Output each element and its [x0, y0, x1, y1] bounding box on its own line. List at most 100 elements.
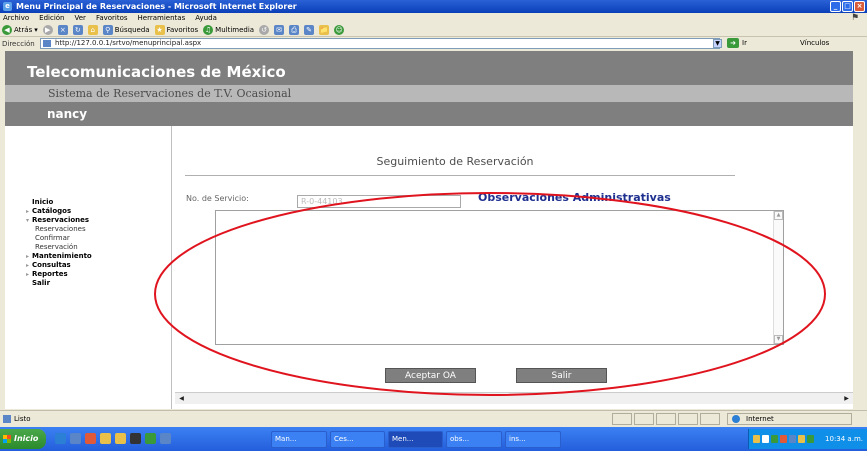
scroll-up-icon[interactable]: ▲ [774, 211, 783, 220]
sidebar-item-inicio[interactable]: Inicio [32, 198, 92, 207]
tray-icon[interactable] [807, 435, 814, 443]
expand-icon: ▸ [26, 208, 30, 215]
window-titlebar: e Menu Principal de Reservaciones - Micr… [0, 0, 867, 13]
tray-icon[interactable] [780, 435, 787, 443]
task-button-1[interactable]: Man... [271, 431, 327, 448]
menu-herramientas[interactable]: Herramientas [138, 13, 186, 24]
sidebar-item-label: Catálogos [32, 207, 72, 215]
vertical-scrollbar[interactable] [853, 51, 867, 409]
sidebar-item-salir[interactable]: Salir [32, 279, 92, 288]
print-button[interactable]: ⎙ [289, 25, 300, 35]
menu-bar: Archivo Edición Ver Favoritos Herramient… [0, 13, 867, 24]
sidebar-item-reservaciones[interactable]: ▾ Reservaciones [26, 216, 92, 225]
search-button[interactable]: ⚲ Búsqueda [102, 25, 150, 35]
messenger-button[interactable]: ☺ [334, 25, 345, 35]
windows-logo-icon [3, 435, 11, 443]
sidebar-nav: Inicio ▸ Catálogos ▾ Reservaciones Reserva… [26, 198, 92, 288]
menu-edicion[interactable]: Edición [39, 13, 64, 24]
console-quicklaunch-icon[interactable] [130, 433, 141, 444]
tray-icon[interactable] [798, 435, 805, 443]
sidebar-item-reportes[interactable]: ▸ Reportes [26, 270, 92, 279]
menu-archivo[interactable]: Archivo [3, 13, 29, 24]
address-dropdown-button[interactable]: ▼ [713, 39, 722, 48]
menu-favoritos[interactable]: Favoritos [96, 13, 128, 24]
start-label: Inicio [14, 434, 39, 443]
sidebar-item-label: Mantenimiento [32, 252, 92, 260]
search-label: Búsqueda [114, 26, 150, 34]
observations-textarea[interactable]: ▲ ▼ [215, 210, 784, 345]
go-label: Ir [742, 39, 747, 47]
refresh-button[interactable]: ↻ [72, 25, 83, 35]
back-button[interactable]: ◀ Atrás ▾ [2, 25, 38, 35]
menu-ver[interactable]: Ver [75, 13, 86, 24]
home-button[interactable]: ⌂ [87, 25, 98, 35]
main-content: Seguimiento de Reservación No. de Servic… [175, 126, 853, 409]
stop-button[interactable]: × [57, 25, 68, 35]
sidebar-subitem-confirmar[interactable]: Confirmar [32, 234, 92, 243]
user-name: nancy [47, 107, 88, 121]
content-divider [171, 126, 172, 409]
status-cell [700, 413, 720, 425]
explorer-quicklaunch-icon[interactable] [160, 433, 171, 444]
sidebar-subitem-reservacion[interactable]: Reservación [32, 243, 92, 252]
back-dropdown-icon: ▾ [34, 26, 38, 34]
tool-quicklaunch-icon[interactable] [145, 433, 156, 444]
task-button-5[interactable]: ins... [505, 431, 561, 448]
expand-icon: ▸ [26, 271, 30, 278]
sidebar-item-mantenimiento[interactable]: ▸ Mantenimiento [26, 252, 92, 261]
links-button[interactable]: Vínculos [800, 39, 829, 47]
folder-quicklaunch-icon[interactable] [115, 433, 126, 444]
service-number-field[interactable]: R-0-44103 [297, 195, 461, 208]
task-button-4[interactable]: obs... [446, 431, 502, 448]
textarea-scrollbar[interactable]: ▲ ▼ [773, 211, 783, 344]
observations-label: Observaciones Administrativas [478, 191, 671, 204]
forward-button[interactable]: ▶ [42, 25, 53, 35]
window-title: Menu Principal de Reservaciones - Micros… [16, 2, 297, 11]
task-buttons: Man... Ces... Men... obs... ins... [271, 431, 561, 448]
address-label: Dirección [2, 40, 35, 48]
maximize-button[interactable]: □ [842, 1, 853, 12]
scroll-left-icon[interactable]: ◀ [177, 394, 186, 403]
media-button[interactable]: ♫ Multimedia [203, 25, 254, 35]
go-button[interactable]: ➜ Ir [727, 38, 747, 48]
favorites-button[interactable]: ★ Favoritos [154, 25, 198, 35]
minimize-button[interactable]: _ [830, 1, 841, 12]
scroll-down-icon[interactable]: ▼ [774, 335, 783, 344]
web-page: Telecomunicaciones de México Sistema de … [5, 51, 853, 409]
menu-ayuda[interactable]: Ayuda [195, 13, 217, 24]
tray-icon[interactable] [753, 435, 760, 443]
mail-button[interactable]: ✉ [274, 25, 285, 35]
sidebar-item-catalogos[interactable]: ▸ Catálogos [26, 207, 92, 216]
user-header: nancy [5, 102, 853, 126]
desktop-quicklaunch-icon[interactable] [70, 433, 81, 444]
task-button-2[interactable]: Ces... [330, 431, 385, 448]
status-cell [656, 413, 676, 425]
exit-button[interactable]: Salir [516, 368, 607, 383]
tray-icon[interactable] [789, 435, 796, 443]
ie-quicklaunch-icon[interactable] [55, 433, 66, 444]
accept-oa-button[interactable]: Aceptar OA [385, 368, 476, 383]
close-button[interactable]: × [854, 1, 865, 12]
start-button[interactable]: Inicio [0, 429, 46, 449]
horizontal-scrollbar[interactable]: ◀ ▶ [175, 392, 853, 404]
sidebar-item-label: Reportes [32, 270, 68, 278]
clock[interactable]: 10:34 a.m. [825, 429, 863, 449]
ie-logo-icon: e [3, 2, 12, 11]
sidebar-subitem-reservaciones[interactable]: Reservaciones [32, 225, 92, 234]
address-input[interactable]: http://127.0.0.1/srtvo/menuprincipal.asp… [40, 38, 720, 49]
folder-button[interactable]: 📁 [319, 25, 330, 35]
task-button-3[interactable]: Men... [388, 431, 443, 448]
edit-button[interactable]: ✎ [304, 25, 315, 35]
media-quicklaunch-icon[interactable] [85, 433, 96, 444]
zone-label: Internet [746, 415, 774, 423]
tray-icon[interactable] [762, 435, 769, 443]
tray-icon[interactable] [771, 435, 778, 443]
scroll-right-icon[interactable]: ▶ [842, 394, 851, 403]
status-cell [634, 413, 654, 425]
history-button[interactable]: ↺ [259, 25, 270, 35]
sidebar-item-consultas[interactable]: ▸ Consultas [26, 261, 92, 270]
search-icon: ⚲ [102, 25, 113, 35]
sidebar: Inicio ▸ Catálogos ▾ Reservaciones Reserva… [5, 126, 171, 409]
app-quicklaunch-icon[interactable] [100, 433, 111, 444]
media-label: Multimedia [215, 26, 255, 34]
